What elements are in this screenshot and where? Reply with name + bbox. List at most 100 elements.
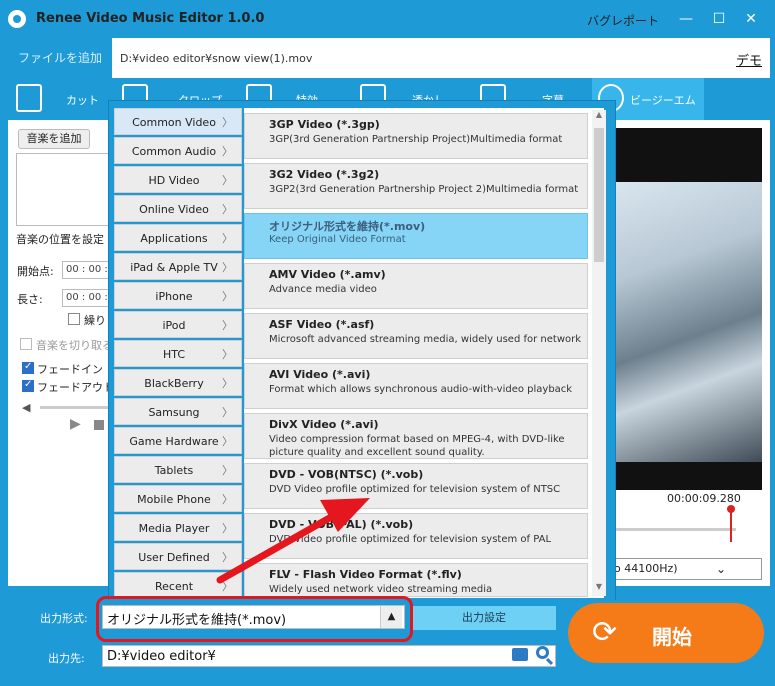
destination-label: 出力先: (48, 652, 85, 665)
chevron-right-icon: 〉 (222, 116, 233, 129)
scroll-up-icon[interactable]: ▲ (592, 110, 606, 124)
category-item[interactable]: HD Video 〉 (114, 166, 242, 193)
length-label: 長さ: (17, 293, 43, 306)
category-label: Tablets (154, 464, 194, 477)
category-label: Common Audio (131, 145, 217, 158)
format-title: AMV Video (*.amv) (269, 268, 386, 281)
scissors-icon (16, 84, 42, 112)
cut-music-label: 音楽を切り取る (36, 339, 113, 352)
chevron-right-icon: 〉 (222, 232, 233, 245)
fade-in-label: フェードイン (37, 363, 103, 376)
arrow-head (320, 498, 370, 532)
volume-icon: ◀ (22, 401, 31, 414)
category-item[interactable]: iPad & Apple TV 〉 (114, 253, 242, 280)
category-item[interactable]: Game Hardware 〉 (114, 427, 242, 454)
category-label: Applications (140, 232, 208, 245)
category-item[interactable]: iPod 〉 (114, 311, 242, 338)
chevron-down-icon[interactable]: ⌄ (710, 558, 732, 580)
cut-music-checkbox[interactable] (20, 338, 32, 350)
music-list[interactable] (16, 153, 112, 226)
add-file-button[interactable]: ファイルを追加 (8, 38, 112, 78)
format-item[interactable]: ASF Video (*.asf) Microsoft advanced stre… (244, 313, 588, 359)
category-item[interactable]: Samsung 〉 (114, 398, 242, 425)
tab-label: カット (66, 94, 99, 107)
minimize-button[interactable]: — (675, 9, 697, 29)
format-desc: Keep Original Video Format (269, 234, 406, 245)
chevron-right-icon: 〉 (222, 464, 233, 477)
arrow-shaft (216, 508, 344, 584)
format-title: AVI Video (*.avi) (269, 368, 371, 381)
stop-icon[interactable] (94, 420, 104, 430)
chevron-right-icon: 〉 (222, 145, 233, 158)
chevron-right-icon: 〉 (222, 174, 233, 187)
loop-checkbox[interactable] (68, 313, 80, 325)
category-label: Samsung (148, 406, 200, 419)
chevron-right-icon: 〉 (222, 406, 233, 419)
format-item[interactable]: DivX Video (*.avi) Video compression form… (244, 413, 588, 459)
scroll-down-icon[interactable]: ▼ (592, 582, 606, 596)
category-label: BlackBerry (144, 377, 204, 390)
playhead[interactable] (730, 508, 732, 542)
format-desc: Video compression format based on MPEG-4… (269, 434, 565, 458)
play-icon[interactable]: ▶ (70, 416, 81, 432)
file-path: D:¥video editor¥snow view(1).mov (120, 52, 313, 65)
format-title: DivX Video (*.avi) (269, 418, 379, 431)
format-item-selected[interactable]: オリジナル形式を維持(*.mov) Keep Original Video For… (244, 213, 588, 259)
category-item[interactable]: iPhone 〉 (114, 282, 242, 309)
category-label: Common Video (132, 116, 216, 129)
format-desc: 3GP2(3rd Generation Partnership Project … (269, 184, 579, 195)
category-label: iPhone (155, 290, 193, 303)
folder-icon[interactable] (512, 648, 528, 661)
chevron-right-icon: 〉 (222, 290, 233, 303)
playhead-handle[interactable] (727, 505, 735, 513)
app-logo-icon (8, 10, 26, 28)
format-title: 3GP Video (*.3gp) (269, 118, 380, 131)
format-desc: Advance media video (269, 284, 377, 295)
timecode: 00:00:09.280 (667, 492, 741, 505)
close-button[interactable]: ✕ (740, 9, 762, 29)
category-item[interactable]: Applications 〉 (114, 224, 242, 251)
demo-link[interactable]: デモ (736, 50, 762, 69)
format-desc: 3GP(3rd Generation Partnership Project)M… (269, 134, 563, 145)
fade-out-label: フェードアウト (37, 381, 114, 394)
start-label: 開始点: (17, 265, 54, 278)
scroll-thumb[interactable] (594, 128, 604, 262)
maximize-button[interactable]: ☐ (708, 9, 730, 29)
timeline[interactable] (612, 528, 736, 531)
format-item[interactable]: AVI Video (*.avi) Format which allows syn… (244, 363, 588, 409)
format-desc: Format which allows synchronous audio-wi… (269, 384, 573, 395)
add-music-button[interactable]: 音楽を追加 (18, 129, 90, 149)
format-item[interactable]: AMV Video (*.amv) Advance media video (244, 263, 588, 309)
chevron-right-icon: 〉 (222, 203, 233, 216)
format-item[interactable]: 3GP Video (*.3gp) 3GP(3rd Generation Part… (244, 113, 588, 159)
category-item[interactable]: Tablets 〉 (114, 456, 242, 483)
format-desc: Microsoft advanced streaming media, wide… (269, 334, 582, 345)
volume-slider[interactable] (40, 406, 110, 409)
chevron-right-icon: 〉 (222, 348, 233, 361)
fade-out-checkbox[interactable] (22, 379, 34, 392)
position-label: 音楽の位置を設定 (16, 233, 104, 246)
fade-in-checkbox[interactable] (22, 361, 34, 374)
tab-cut[interactable]: カット (8, 78, 108, 120)
bug-report-link[interactable]: バグレポート (587, 12, 659, 29)
chevron-right-icon: 〉 (222, 435, 233, 448)
category-item[interactable]: BlackBerry 〉 (114, 369, 242, 396)
format-title: ASF Video (*.asf) (269, 318, 375, 331)
chevron-right-icon: 〉 (222, 377, 233, 390)
category-item[interactable]: Common Video 〉 (114, 108, 242, 135)
category-label: Game Hardware (129, 435, 219, 448)
category-item[interactable]: HTC 〉 (114, 340, 242, 367)
category-label: iPod (162, 319, 186, 332)
category-item[interactable]: Common Audio 〉 (114, 137, 242, 164)
annotation-arrow (216, 498, 370, 584)
chevron-right-icon: 〉 (222, 261, 233, 274)
start-time-input[interactable]: 00 : 00 : (62, 261, 112, 279)
length-time-input[interactable]: 00 : 00 : (62, 289, 112, 307)
output-settings-button[interactable]: 出力設定 (412, 606, 556, 630)
category-label: HTC (162, 348, 186, 361)
format-item[interactable]: 3G2 Video (*.3g2) 3GP2(3rd Generation Par… (244, 163, 588, 209)
category-item[interactable]: Online Video 〉 (114, 195, 242, 222)
annotation-highlight (96, 596, 413, 642)
refresh-icon: ⟳ (592, 615, 618, 650)
chevron-right-icon: 〉 (222, 319, 233, 332)
